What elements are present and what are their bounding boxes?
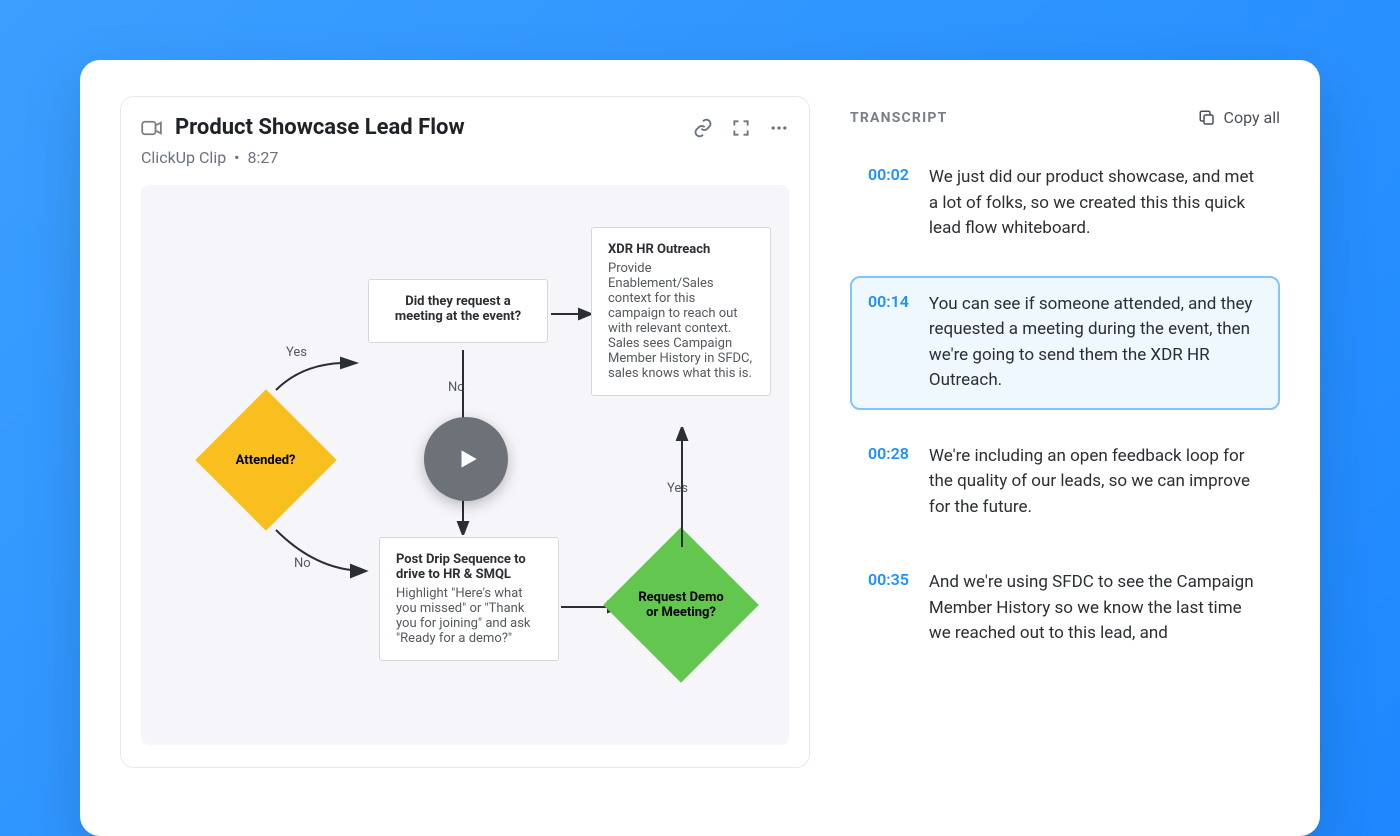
transcript-timestamp[interactable]: 00:28 [868, 444, 909, 521]
copy-icon [1198, 109, 1216, 127]
diamond-demo: Request Demo or Meeting? [603, 527, 759, 683]
arrow-yes-1 [271, 355, 361, 395]
node-post-drip: Post Drip Sequence to drive to HR & SMQL… [379, 537, 559, 661]
more-icon[interactable] [769, 118, 789, 138]
transcript-list: 00:02 We just did our product showcase, a… [850, 149, 1280, 663]
link-icon[interactable] [693, 118, 713, 138]
video-duration: 8:27 [248, 148, 279, 167]
node-post-drip-title: Post Drip Sequence to drive to HR & SMQL [396, 552, 542, 582]
transcript-timestamp[interactable]: 00:35 [868, 570, 909, 647]
node-request-meeting-text: Did they request a meeting at the event? [385, 294, 531, 324]
separator: • [234, 148, 239, 167]
video-camera-icon [141, 120, 163, 136]
transcript-item[interactable]: 00:28 We're including an open feedback lo… [850, 428, 1280, 537]
transcript-item[interactable]: 00:14 You can see if someone attended, an… [850, 276, 1280, 410]
play-button[interactable] [424, 417, 508, 501]
transcript-timestamp[interactable]: 00:02 [868, 165, 909, 242]
bottom-fade [850, 690, 1280, 800]
diamond-attended-label: Attended? [236, 452, 296, 467]
copy-all-label: Copy all [1224, 108, 1280, 127]
video-source: ClickUp Clip [141, 148, 226, 167]
transcript-text: You can see if someone attended, and the… [929, 292, 1262, 394]
video-title-row: Product Showcase Lead Flow [141, 115, 683, 140]
transcript-timestamp[interactable]: 00:14 [868, 292, 909, 394]
play-icon [455, 446, 481, 472]
video-column: Product Showcase Lead Flow ClickUp Clip … [120, 96, 810, 800]
transcript-item[interactable]: 00:35 And we're using SFDC to see the Cam… [850, 554, 1280, 663]
node-xdr-title: XDR HR Outreach [608, 242, 754, 257]
arrow-to-xdr [551, 307, 591, 321]
video-header: Product Showcase Lead Flow [141, 115, 789, 140]
node-xdr-body: Provide Enablement/Sales context for thi… [608, 261, 752, 381]
transcript-text: We're including an open feedback loop fo… [929, 444, 1262, 521]
transcript-item[interactable]: 00:02 We just did our product showcase, a… [850, 149, 1280, 258]
app-card: Product Showcase Lead Flow ClickUp Clip … [80, 60, 1320, 836]
video-actions [693, 118, 789, 138]
transcript-heading: TRANSCRIPT [850, 110, 947, 126]
expand-icon[interactable] [731, 118, 751, 138]
node-xdr: XDR HR Outreach Provide Enablement/Sales… [591, 227, 771, 396]
node-request-meeting: Did they request a meeting at the event? [368, 279, 548, 343]
video-panel: Product Showcase Lead Flow ClickUp Clip … [120, 96, 810, 768]
flowchart-canvas: Attended? Yes No Did they request a meet… [141, 185, 789, 745]
video-subtitle: ClickUp Clip • 8:27 [141, 148, 789, 167]
video-title: Product Showcase Lead Flow [175, 115, 465, 140]
arrow-yes-up [675, 427, 689, 547]
arrow-no-1 [271, 525, 371, 580]
diamond-attended: Attended? [195, 389, 336, 530]
transcript-header: TRANSCRIPT Copy all [850, 108, 1280, 127]
copy-all-button[interactable]: Copy all [1198, 108, 1280, 127]
node-post-drip-body: Highlight "Here's what you missed" or "T… [396, 586, 531, 646]
transcript-text: We just did our product showcase, and me… [929, 165, 1262, 242]
transcript-column: TRANSCRIPT Copy all 00:02 We just did our… [850, 96, 1280, 800]
diamond-demo-label: Request Demo or Meeting? [636, 590, 726, 620]
transcript-text: And we're using SFDC to see the Campaign… [929, 570, 1262, 647]
